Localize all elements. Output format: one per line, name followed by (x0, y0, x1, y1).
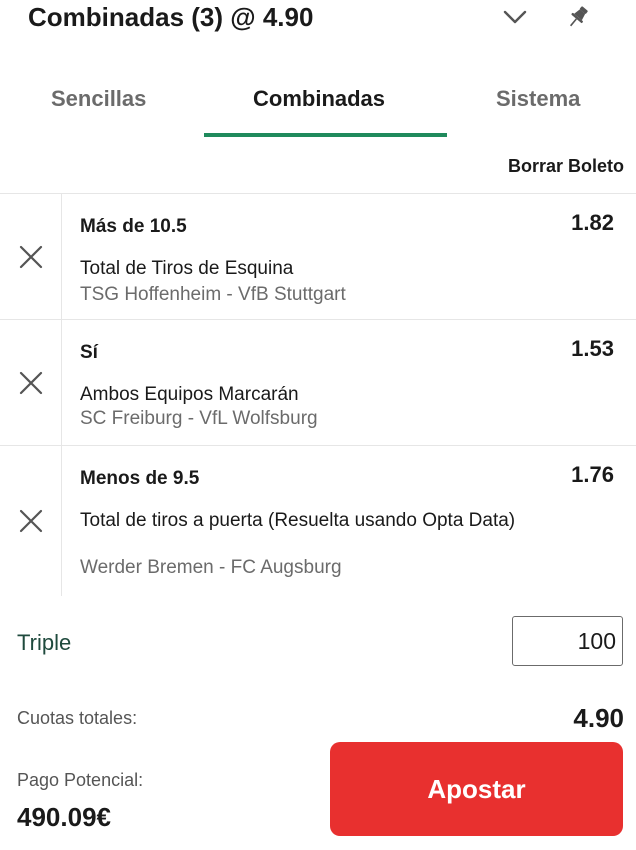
tab-sistema[interactable]: Sistema (496, 86, 580, 112)
selection-market: Total de Tiros de Esquina (80, 258, 294, 279)
selection-event: TSG Hoffenheim - VfB Stuttgart (80, 284, 346, 305)
selection-item: Más de 10.5 1.82 Total de Tiros de Esqui… (0, 194, 636, 320)
selection-market: Ambos Equipos Marcarán (80, 384, 299, 405)
selection-odds: 1.82 (571, 210, 614, 235)
place-bet-button[interactable]: Apostar (330, 742, 623, 836)
selection-event: Werder Bremen - FC Augsburg (80, 557, 342, 578)
remove-selection-button[interactable] (0, 446, 62, 596)
close-icon (19, 509, 42, 533)
total-odds-label: Cuotas totales: (17, 708, 138, 728)
total-odds-value: 4.90 (573, 703, 624, 733)
active-tab-indicator (204, 133, 447, 137)
selection-list: Más de 10.5 1.82 Total de Tiros de Esqui… (0, 193, 636, 596)
stake-input[interactable] (512, 616, 623, 666)
stake-label: Triple (17, 630, 72, 655)
potential-payout-label: Pago Potencial: (17, 770, 144, 790)
betslip-title: Combinadas (3) @ 4.90 (28, 2, 314, 32)
selection-odds: 1.53 (571, 336, 614, 361)
tab-sencillas[interactable]: Sencillas (51, 86, 146, 112)
selection-item: Menos de 9.5 1.76 Total de tiros a puert… (0, 446, 636, 596)
selection-item: Sí 1.53 Ambos Equipos Marcarán SC Freibu… (0, 320, 636, 446)
close-icon (19, 245, 42, 268)
clear-betslip-button[interactable]: Borrar Boleto (508, 156, 624, 177)
close-icon (19, 371, 42, 394)
remove-selection-button[interactable] (0, 194, 62, 319)
betslip-header: Combinadas (3) @ 4.90 (0, 0, 636, 40)
selection-market: Total de tiros a puerta (Resuelta usando… (80, 510, 516, 531)
chevron-down-icon[interactable] (500, 2, 530, 32)
pin-icon[interactable] (563, 2, 593, 32)
potential-payout-value: 490.09€ (17, 802, 111, 832)
selection-odds: 1.76 (571, 462, 614, 487)
selection-pick: Sí (80, 342, 98, 363)
remove-selection-button[interactable] (0, 320, 62, 445)
tab-combinadas[interactable]: Combinadas (253, 86, 385, 112)
bet-type-tabs: Sencillas Combinadas Sistema (0, 70, 636, 140)
selection-pick: Menos de 9.5 (80, 468, 200, 489)
selection-event: SC Freiburg - VfL Wolfsburg (80, 408, 318, 429)
selection-pick: Más de 10.5 (80, 216, 187, 237)
